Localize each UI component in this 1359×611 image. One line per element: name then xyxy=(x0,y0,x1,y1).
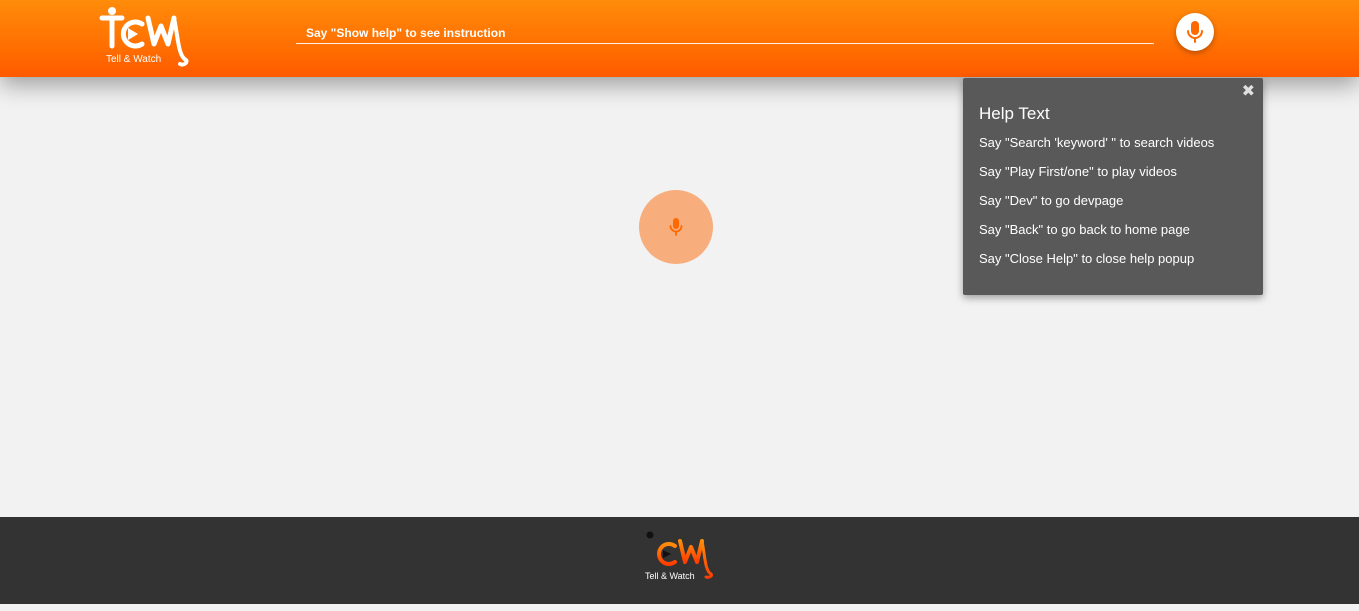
help-list: Say "Search 'keyword' " to search videos… xyxy=(979,135,1214,280)
help-item: Say "Close Help" to close help popup xyxy=(979,251,1195,266)
top-header: Tell & Watch Say "Show help" to see inst… xyxy=(0,0,1359,77)
help-item: Say "Search 'keyword' " to search videos xyxy=(979,135,1215,150)
footer-logo[interactable]: Tell & Watch xyxy=(639,531,715,587)
help-popup: ✖ Help Text Say "Search 'keyword' " to s… xyxy=(963,78,1263,295)
search-hint-text: Say "Show help" to see instruction xyxy=(306,26,506,40)
logo-tagline: Tell & Watch xyxy=(106,54,162,65)
microphone-icon xyxy=(1187,21,1203,43)
help-item: Say "Play First/one" to play videos xyxy=(979,164,1177,179)
microphone-icon xyxy=(669,218,683,236)
help-item: Say "Back" to go back to home page xyxy=(979,222,1190,237)
help-title: Help Text xyxy=(979,104,1050,123)
footer-logo-tagline: Tell & Watch xyxy=(645,571,695,581)
center-mic-button[interactable] xyxy=(639,190,713,264)
help-item: Say "Dev" to go devpage xyxy=(979,193,1124,208)
header-mic-button[interactable] xyxy=(1176,13,1214,51)
footer: Tell & Watch xyxy=(0,517,1359,604)
page-bottom-strip xyxy=(0,604,1359,611)
header-logo[interactable]: Tell & Watch xyxy=(98,6,190,68)
close-icon[interactable]: ✖ xyxy=(1242,83,1255,101)
